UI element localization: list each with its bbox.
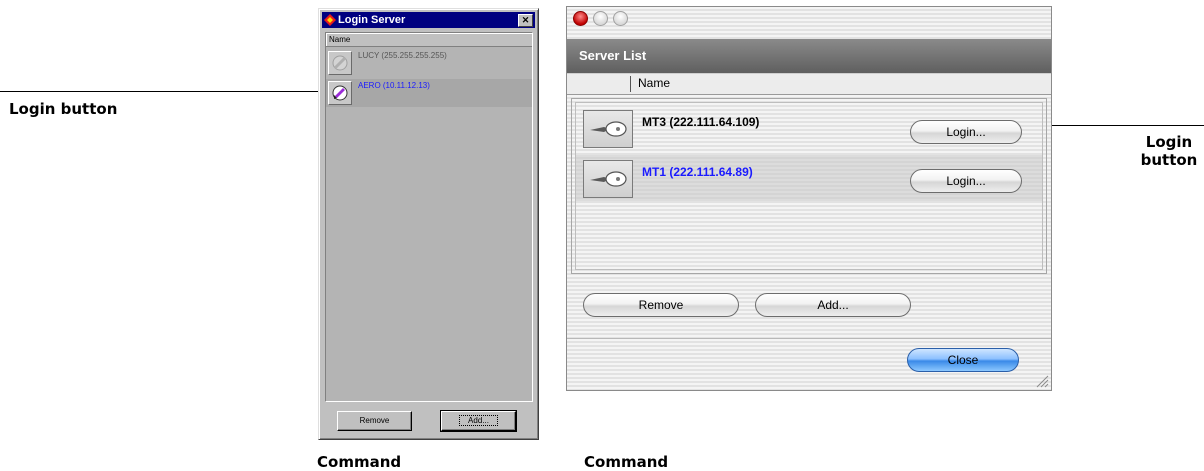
- login-button[interactable]: [328, 81, 352, 105]
- divider: [567, 338, 1051, 339]
- add-button[interactable]: Add...: [440, 410, 517, 432]
- remove-button-label: Remove: [359, 416, 390, 425]
- callout-right-line2: button: [1140, 151, 1198, 169]
- login-button[interactable]: Login...: [910, 169, 1022, 193]
- window-titlebar[interactable]: Login Server ✕: [322, 12, 535, 28]
- disconnect-icon: [332, 55, 348, 71]
- key-icon: [590, 171, 627, 187]
- add-button[interactable]: Add...: [755, 293, 911, 317]
- remove-button[interactable]: Remove: [583, 293, 739, 317]
- close-button[interactable]: Close: [907, 348, 1019, 372]
- server-name: MT3 (222.111.64.109): [642, 115, 760, 129]
- command-caption-left: Command: [317, 453, 402, 471]
- server-list[interactable]: MT3 (222.111.64.109) Login... MT1 (222.1…: [571, 98, 1047, 274]
- window-minimize-button[interactable]: [593, 11, 608, 26]
- callout-right-line1: Login: [1145, 133, 1193, 151]
- name-column-header[interactable]: Name: [567, 73, 1051, 95]
- add-button-label: Add...: [459, 415, 498, 426]
- list-item[interactable]: LUCY (255.255.255.255): [326, 49, 532, 77]
- login-icon: [332, 85, 348, 101]
- server-name: MT1 (222.111.64.89): [642, 165, 753, 179]
- server-name: AERO (10.11.12.13): [358, 81, 430, 90]
- window-close-button[interactable]: [573, 11, 588, 26]
- name-column-header[interactable]: Name: [326, 33, 532, 47]
- server-list-window: Server List Name MT3 (222.111.64.109) Lo…: [566, 6, 1052, 391]
- server-list-inner: MT3 (222.111.64.109) Login... MT1 (222.1…: [575, 102, 1043, 270]
- column-header-label: Name: [329, 35, 351, 44]
- list-item[interactable]: AERO (10.11.12.13): [326, 79, 532, 107]
- server-list-header: Server List: [567, 39, 1051, 73]
- column-separator: [630, 76, 631, 92]
- list-item[interactable]: MT3 (222.111.64.109) Login...: [576, 105, 1042, 151]
- window-zoom-button[interactable]: [613, 11, 628, 26]
- server-list[interactable]: Name LUCY (255.255.255.255) AERO (10.11.…: [325, 32, 533, 402]
- app-icon: [324, 14, 336, 26]
- login-button[interactable]: Login...: [910, 120, 1022, 144]
- window-title: Login Server: [338, 14, 406, 26]
- remove-button[interactable]: Remove: [337, 411, 412, 431]
- key-icon: [590, 121, 627, 137]
- callout-line-left: [0, 91, 330, 92]
- server-icon-box: [583, 160, 633, 198]
- server-icon-box: [583, 110, 633, 148]
- server-name: LUCY (255.255.255.255): [358, 51, 447, 60]
- close-icon[interactable]: ✕: [518, 14, 533, 27]
- server-list-title: Server List: [579, 48, 647, 63]
- resize-grip-icon[interactable]: [1035, 374, 1049, 388]
- list-item[interactable]: MT1 (222.111.64.89) Login...: [576, 155, 1042, 201]
- command-caption-right: Command: [584, 453, 669, 471]
- login-server-window: Login Server ✕ Name LUCY (255.255.255.25…: [318, 8, 539, 440]
- login-button-callout-left: Login button: [9, 100, 118, 118]
- column-header-label: Name: [638, 76, 671, 90]
- disconnect-button[interactable]: [328, 51, 352, 75]
- login-button-callout-right: Login button: [1139, 133, 1199, 169]
